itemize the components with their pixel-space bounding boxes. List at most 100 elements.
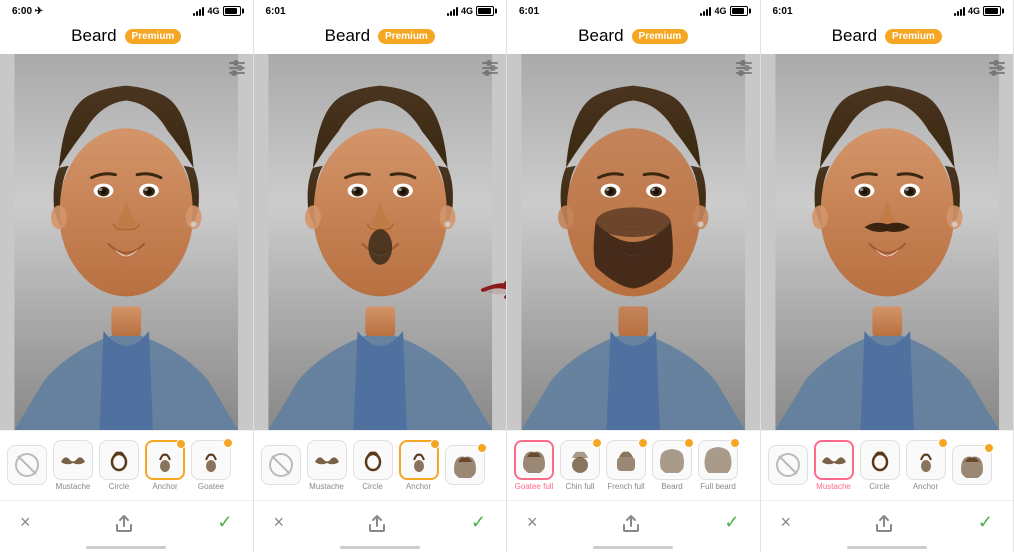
confirm-button[interactable]: ✓ [724, 512, 739, 533]
premium-badge[interactable]: Premium [378, 29, 435, 44]
cancel-button[interactable]: × [20, 512, 31, 533]
beard-label: Mustache [56, 482, 91, 491]
face-image-area [0, 54, 253, 430]
arrow-icon [481, 274, 506, 306]
slider-line-2 [736, 67, 752, 69]
face-illustration [507, 54, 760, 430]
slider-adjust-icon[interactable] [989, 62, 1005, 74]
arrow-overlay [478, 270, 506, 310]
beard-icon-wrap [698, 440, 738, 480]
slider-adjust-icon[interactable] [736, 62, 752, 74]
premium-dot [938, 438, 948, 448]
share-button[interactable] [619, 511, 643, 535]
beard-icon-wrap [860, 440, 900, 480]
beard-option-goatee[interactable]: Goatee [190, 440, 232, 491]
face-image-area [761, 54, 1014, 430]
header-title: Beard [71, 26, 116, 46]
beard-option-chin-full[interactable]: Chin full [559, 440, 601, 491]
share-button[interactable] [365, 511, 389, 535]
signal-bar-1 [700, 13, 702, 16]
beard-option-beard[interactable]: Beard [651, 440, 693, 491]
beard-option-anchor[interactable]: Anchor [144, 440, 186, 491]
phone-panel-1: 6:00 ✈ 4G Beard Premium [0, 0, 254, 552]
beard-label: Chin full [566, 482, 595, 491]
beard-option-circle[interactable]: Circle [352, 440, 394, 491]
header-title: Beard [578, 26, 623, 46]
cancel-button[interactable]: × [527, 512, 538, 533]
beard-icon-wrap [353, 440, 393, 480]
beard-icon-wrap [99, 440, 139, 480]
face-illustration [0, 54, 253, 430]
share-button[interactable] [112, 511, 136, 535]
beard-option-anchor[interactable]: Anchor [905, 440, 947, 491]
premium-badge[interactable]: Premium [885, 29, 942, 44]
status-time: 6:01 [519, 6, 539, 17]
confirm-button[interactable]: ✓ [978, 512, 993, 533]
beard-option-mustache[interactable]: Mustache [813, 440, 855, 491]
beard-icon-wrap [514, 440, 554, 480]
signal-bar-4 [709, 7, 711, 16]
action-bar: × ✓ [0, 500, 253, 544]
share-button[interactable] [872, 511, 896, 535]
beard-label: French full [607, 482, 644, 491]
beard-icon-wrap [191, 440, 231, 480]
beard-icon-wrap [307, 440, 347, 480]
header: Beard Premium [761, 22, 1014, 54]
beard-selector: Mustache Circle Anchor Goatee [0, 430, 253, 500]
beard-option-none[interactable] [767, 445, 809, 487]
face-panel [0, 54, 253, 430]
battery-fill [985, 8, 998, 14]
beard-selector: Goatee full Chin full French full Beard … [507, 430, 760, 500]
beard-option-full-beard[interactable]: Full beard [697, 440, 739, 491]
beard-label: Circle [109, 482, 129, 491]
beard-label: Mustache [816, 482, 851, 491]
cancel-button[interactable]: × [781, 512, 792, 533]
header-title: Beard [325, 26, 370, 46]
beard-option-mustache[interactable]: Mustache [52, 440, 94, 491]
share-icon [366, 512, 388, 534]
beard-label: Beard [661, 482, 682, 491]
status-bar: 6:01 4G [507, 0, 760, 22]
cancel-button[interactable]: × [274, 512, 285, 533]
beard-option-none[interactable] [6, 445, 48, 487]
share-icon [873, 512, 895, 534]
slider-line-2 [989, 67, 1005, 69]
beard-option-french-full[interactable]: French full [605, 440, 647, 491]
beard-option-circle[interactable]: Circle [859, 440, 901, 491]
signal-bar-4 [202, 7, 204, 16]
beard-icon-wrap [7, 445, 47, 485]
home-indicator [507, 544, 760, 552]
battery-icon [223, 6, 241, 16]
beard-label: Mustache [309, 482, 344, 491]
status-time: 6:00 ✈ [12, 6, 43, 17]
slider-line-2 [229, 67, 245, 69]
beard-option-anchor[interactable]: Anchor [398, 440, 440, 491]
slider-line-3 [229, 72, 245, 74]
battery-icon [983, 6, 1001, 16]
status-time: 6:01 [773, 6, 793, 17]
beard-option-goatee-full[interactable]: Goatee full [513, 440, 555, 491]
beard-icon-wrap [261, 445, 301, 485]
signal-bar-2 [957, 11, 959, 16]
status-bar: 6:01 4G [254, 0, 507, 22]
home-bar [86, 546, 166, 549]
beard-option-mustache[interactable]: Mustache [306, 440, 348, 491]
premium-badge[interactable]: Premium [632, 29, 689, 44]
beard-option-column[interactable] [444, 445, 486, 487]
status-bar: 6:00 ✈ 4G [0, 0, 253, 22]
home-indicator [0, 544, 253, 552]
slider-adjust-icon[interactable] [482, 62, 498, 74]
beard-label: Circle [869, 482, 889, 491]
beard-option-none[interactable] [260, 445, 302, 487]
signal-bar-1 [954, 13, 956, 16]
confirm-button[interactable]: ✓ [471, 512, 486, 533]
beard-icon-wrap [53, 440, 93, 480]
battery-fill [478, 8, 491, 14]
beard-icon-wrap [445, 445, 485, 485]
slider-adjust-icon[interactable] [229, 62, 245, 74]
beard-option-circle[interactable]: Circle [98, 440, 140, 491]
header-title: Beard [832, 26, 877, 46]
confirm-button[interactable]: ✓ [217, 512, 232, 533]
premium-badge[interactable]: Premium [125, 29, 182, 44]
beard-option-column2[interactable] [951, 445, 993, 487]
